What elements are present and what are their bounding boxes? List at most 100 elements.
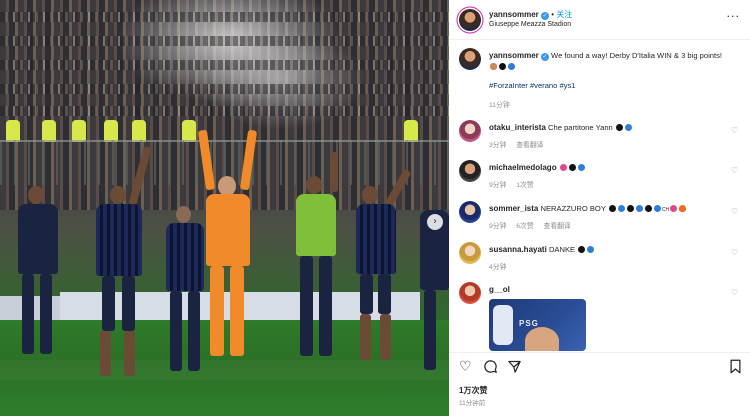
comment-likes[interactable]: 6次赞 xyxy=(516,223,533,230)
share-icon[interactable] xyxy=(507,359,522,378)
heart-hands-icon xyxy=(670,205,678,212)
black-heart-icon xyxy=(626,205,634,212)
comment-username[interactable]: g__ol xyxy=(489,285,510,294)
flag-icon: CH xyxy=(661,207,670,213)
black-heart-icon xyxy=(615,124,623,131)
comment-meta: 9分钟 1次赞 xyxy=(489,179,542,189)
comment-time: 3分钟 xyxy=(489,142,507,149)
translate-link[interactable]: 查看翻译 xyxy=(516,142,543,149)
commenter-avatar[interactable] xyxy=(459,282,481,304)
crowd-row xyxy=(0,106,449,116)
author-line: yannsommer ✓ • 关注 xyxy=(489,9,572,20)
comment-time: 9分钟 xyxy=(489,182,507,189)
comment-text: DANKE xyxy=(548,245,576,254)
crowd-row xyxy=(0,60,449,70)
caption-text: We found a way! Derby D'Italia WIN & 3 b… xyxy=(551,51,723,60)
fire-icon xyxy=(679,205,687,212)
heart-icon[interactable]: ♡ xyxy=(731,288,738,297)
post-header: yannsommer ✓ • 关注 Giuseppe Meazza Stadio… xyxy=(449,0,750,40)
commenter-avatar[interactable] xyxy=(459,201,481,223)
crowd-row xyxy=(0,84,449,94)
heart-icon[interactable]: ♡ xyxy=(731,166,738,175)
post-photo[interactable]: › xyxy=(0,0,449,416)
verified-badge-icon: ✓ xyxy=(541,12,550,20)
heart-icon[interactable]: ♡ xyxy=(459,359,472,375)
bookmark-icon[interactable] xyxy=(729,359,742,378)
comment-username[interactable]: otaku_interista xyxy=(489,123,546,132)
comment-username[interactable]: michaelmedolago xyxy=(489,163,557,172)
gif-brand-text: PSG xyxy=(519,319,539,328)
verified-badge-icon: ✓ xyxy=(540,53,549,61)
caption-meta: 11分钟 xyxy=(489,99,518,109)
black-heart-icon xyxy=(608,205,616,212)
player-figure xyxy=(196,129,260,366)
separator-dot: • xyxy=(551,10,555,19)
heart-icon[interactable]: ♡ xyxy=(731,248,738,257)
blue-heart-icon xyxy=(508,63,515,70)
translate-link[interactable]: 查看翻译 xyxy=(544,223,571,230)
muscle-emoji-icon xyxy=(490,63,497,70)
comment-body: susanna.hayati DANKE xyxy=(489,244,729,255)
blue-heart-icon xyxy=(617,205,625,212)
comment-item: sommer_ista NERAZZURO BOY CH 9分钟 6次赞 查看翻… xyxy=(459,201,740,233)
heart-icon[interactable]: ♡ xyxy=(731,126,738,135)
comment-text: NERAZZURO BOY xyxy=(540,204,606,213)
comment-icon[interactable] xyxy=(483,359,498,378)
black-circle-icon xyxy=(568,164,576,171)
comment-username[interactable]: susanna.hayati xyxy=(489,245,547,254)
comment-meta: 4分钟 xyxy=(489,261,514,271)
comment-body: otaku_interista Che partitone Yann xyxy=(489,122,729,133)
author-avatar[interactable] xyxy=(459,9,481,31)
like-count[interactable]: 1万次赞 xyxy=(459,385,487,396)
blue-heart-icon xyxy=(635,205,643,212)
commenter-avatar[interactable] xyxy=(459,120,481,142)
comment-item: susanna.hayati DANKE 4分钟 ♡ xyxy=(459,242,740,274)
black-heart-icon xyxy=(578,246,586,253)
caption: yannsommer ✓ We found a way! Derby D'Ita… xyxy=(459,48,740,109)
gif-face xyxy=(525,327,559,351)
commenter-avatar[interactable] xyxy=(459,242,481,264)
post-panel: yannsommer ✓ • 关注 Giuseppe Meazza Stadio… xyxy=(449,0,750,416)
caption-body: yannsommer ✓ We found a way! Derby D'Ita… xyxy=(489,50,729,91)
gif-hand xyxy=(493,305,513,345)
blue-heart-icon xyxy=(653,205,661,212)
player-figure xyxy=(8,186,68,386)
player-figure xyxy=(80,145,152,386)
comment-body: g__ol xyxy=(489,284,729,295)
author-avatar[interactable] xyxy=(459,48,481,70)
player-figure xyxy=(288,152,348,366)
comment-meta: 9分钟 6次赞 查看翻译 xyxy=(489,220,579,230)
comment-text: Che partitone Yann xyxy=(548,123,613,132)
black-heart-icon xyxy=(499,63,506,70)
comment-gif[interactable]: PSG xyxy=(489,299,586,351)
black-heart-icon xyxy=(644,205,652,212)
crowd-row xyxy=(0,36,449,46)
blue-circle-icon xyxy=(577,164,585,171)
location-link[interactable]: Giuseppe Meazza Stadion xyxy=(489,21,571,28)
comment-item: otaku_interista Che partitone Yann 3分钟 查… xyxy=(459,120,740,152)
crowd-row xyxy=(0,12,449,22)
comment-meta: 3分钟 查看翻译 xyxy=(489,139,551,149)
comment-time: 9分钟 xyxy=(489,223,507,230)
blue-heart-icon xyxy=(587,246,595,253)
comment-likes[interactable]: 1次赞 xyxy=(516,182,533,189)
caption-time: 11分钟 xyxy=(489,102,510,109)
comment-body: michaelmedolago xyxy=(489,162,729,173)
chevron-right-icon[interactable]: › xyxy=(427,214,443,230)
author-username[interactable]: yannsommer xyxy=(489,10,539,19)
comment-time: 4分钟 xyxy=(489,264,507,271)
post-time: 11分钟前 xyxy=(459,400,486,407)
blue-heart-icon xyxy=(624,124,632,131)
action-bar: ♡ 1万次赞 11分钟前 xyxy=(449,352,750,416)
caption-username[interactable]: yannsommer xyxy=(489,51,539,60)
player-figure xyxy=(350,168,412,372)
comment-username[interactable]: sommer_ista xyxy=(489,204,538,213)
pink-heart-icon xyxy=(559,164,567,171)
comment-body: sommer_ista NERAZZURO BOY CH xyxy=(489,203,729,216)
caption-hashtags[interactable]: #ForzaInter #verano #ys1 xyxy=(489,80,729,91)
commenter-avatar[interactable] xyxy=(459,160,481,182)
more-icon[interactable]: ··· xyxy=(727,10,741,23)
comment-item: michaelmedolago 9分钟 1次赞 ♡ xyxy=(459,160,740,192)
follow-button[interactable]: 关注 xyxy=(556,10,572,19)
heart-icon[interactable]: ♡ xyxy=(731,207,738,216)
